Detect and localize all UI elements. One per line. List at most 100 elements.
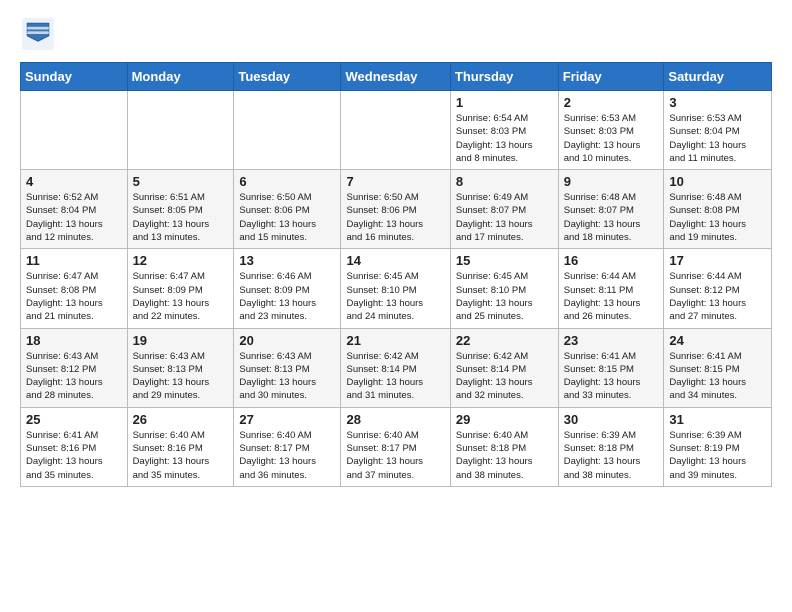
day-number: 6 xyxy=(239,174,335,189)
calendar-day-cell: 8 Sunrise: 6:49 AM Sunset: 8:07 PM Daylig… xyxy=(450,170,558,249)
calendar-empty-cell xyxy=(21,91,128,170)
day-number: 10 xyxy=(669,174,766,189)
day-number: 24 xyxy=(669,333,766,348)
day-info: Sunrise: 6:43 AM Sunset: 8:13 PM Dayligh… xyxy=(133,350,229,403)
day-info: Sunrise: 6:53 AM Sunset: 8:04 PM Dayligh… xyxy=(669,112,766,165)
day-number: 23 xyxy=(564,333,659,348)
day-info: Sunrise: 6:43 AM Sunset: 8:13 PM Dayligh… xyxy=(239,350,335,403)
day-number: 16 xyxy=(564,253,659,268)
day-info: Sunrise: 6:54 AM Sunset: 8:03 PM Dayligh… xyxy=(456,112,553,165)
calendar-day-cell: 2Sunrise: 6:53 AM Sunset: 8:03 PM Daylig… xyxy=(558,91,664,170)
calendar-day-cell: 25 Sunrise: 6:41 AM Sunset: 8:16 PM Dayli… xyxy=(21,407,128,486)
weekday-header-thursday: Thursday xyxy=(450,63,558,91)
calendar-empty-cell xyxy=(341,91,450,170)
page: SundayMondayTuesdayWednesdayThursdayFrid… xyxy=(0,0,792,503)
calendar-day-cell: 12 Sunrise: 6:47 AM Sunset: 8:09 PM Dayli… xyxy=(127,249,234,328)
calendar-week-row: 18 Sunrise: 6:43 AM Sunset: 8:12 PM Dayli… xyxy=(21,328,772,407)
day-number: 14 xyxy=(346,253,444,268)
day-info: Sunrise: 6:49 AM Sunset: 8:07 PM Dayligh… xyxy=(456,191,553,244)
calendar-day-cell: 5Sunrise: 6:51 AM Sunset: 8:05 PM Daylig… xyxy=(127,170,234,249)
day-info: Sunrise: 6:39 AM Sunset: 8:19 PM Dayligh… xyxy=(669,429,766,482)
day-number: 19 xyxy=(133,333,229,348)
day-info: Sunrise: 6:39 AM Sunset: 8:18 PM Dayligh… xyxy=(564,429,659,482)
calendar-day-cell: 18 Sunrise: 6:43 AM Sunset: 8:12 PM Dayli… xyxy=(21,328,128,407)
day-number: 28 xyxy=(346,412,444,427)
day-info: Sunrise: 6:40 AM Sunset: 8:18 PM Dayligh… xyxy=(456,429,553,482)
day-number: 7 xyxy=(346,174,444,189)
day-number: 31 xyxy=(669,412,766,427)
day-info: Sunrise: 6:44 AM Sunset: 8:12 PM Dayligh… xyxy=(669,270,766,323)
calendar-day-cell: 14Sunrise: 6:45 AM Sunset: 8:10 PM Dayli… xyxy=(341,249,450,328)
calendar-day-cell: 15 Sunrise: 6:45 AM Sunset: 8:10 PM Dayli… xyxy=(450,249,558,328)
calendar-empty-cell xyxy=(127,91,234,170)
calendar-day-cell: 31 Sunrise: 6:39 AM Sunset: 8:19 PM Dayli… xyxy=(664,407,772,486)
calendar-week-row: 25 Sunrise: 6:41 AM Sunset: 8:16 PM Dayli… xyxy=(21,407,772,486)
calendar-table: SundayMondayTuesdayWednesdayThursdayFrid… xyxy=(20,62,772,487)
day-number: 27 xyxy=(239,412,335,427)
day-info: Sunrise: 6:41 AM Sunset: 8:16 PM Dayligh… xyxy=(26,429,122,482)
day-number: 9 xyxy=(564,174,659,189)
day-info: Sunrise: 6:40 AM Sunset: 8:17 PM Dayligh… xyxy=(239,429,335,482)
calendar-day-cell: 7Sunrise: 6:50 AM Sunset: 8:06 PM Daylig… xyxy=(341,170,450,249)
day-number: 8 xyxy=(456,174,553,189)
calendar-day-cell: 29 Sunrise: 6:40 AM Sunset: 8:18 PM Dayli… xyxy=(450,407,558,486)
calendar-day-cell: 9Sunrise: 6:48 AM Sunset: 8:07 PM Daylig… xyxy=(558,170,664,249)
calendar-day-cell: 17 Sunrise: 6:44 AM Sunset: 8:12 PM Dayli… xyxy=(664,249,772,328)
weekday-header-tuesday: Tuesday xyxy=(234,63,341,91)
day-info: Sunrise: 6:50 AM Sunset: 8:06 PM Dayligh… xyxy=(239,191,335,244)
logo xyxy=(20,16,60,52)
calendar-day-cell: 19 Sunrise: 6:43 AM Sunset: 8:13 PM Dayli… xyxy=(127,328,234,407)
day-number: 17 xyxy=(669,253,766,268)
day-info: Sunrise: 6:42 AM Sunset: 8:14 PM Dayligh… xyxy=(346,350,444,403)
weekday-header-saturday: Saturday xyxy=(664,63,772,91)
day-number: 15 xyxy=(456,253,553,268)
day-info: Sunrise: 6:41 AM Sunset: 8:15 PM Dayligh… xyxy=(669,350,766,403)
calendar-day-cell: 1 Sunrise: 6:54 AM Sunset: 8:03 PM Daylig… xyxy=(450,91,558,170)
day-number: 5 xyxy=(133,174,229,189)
day-number: 30 xyxy=(564,412,659,427)
day-number: 26 xyxy=(133,412,229,427)
calendar-day-cell: 4Sunrise: 6:52 AM Sunset: 8:04 PM Daylig… xyxy=(21,170,128,249)
calendar-day-cell: 21Sunrise: 6:42 AM Sunset: 8:14 PM Dayli… xyxy=(341,328,450,407)
day-number: 29 xyxy=(456,412,553,427)
day-info: Sunrise: 6:43 AM Sunset: 8:12 PM Dayligh… xyxy=(26,350,122,403)
day-info: Sunrise: 6:47 AM Sunset: 8:09 PM Dayligh… xyxy=(133,270,229,323)
day-info: Sunrise: 6:45 AM Sunset: 8:10 PM Dayligh… xyxy=(456,270,553,323)
day-number: 12 xyxy=(133,253,229,268)
day-info: Sunrise: 6:48 AM Sunset: 8:08 PM Dayligh… xyxy=(669,191,766,244)
calendar-day-cell: 3 Sunrise: 6:53 AM Sunset: 8:04 PM Daylig… xyxy=(664,91,772,170)
day-number: 11 xyxy=(26,253,122,268)
day-info: Sunrise: 6:40 AM Sunset: 8:16 PM Dayligh… xyxy=(133,429,229,482)
weekday-header-wednesday: Wednesday xyxy=(341,63,450,91)
day-number: 25 xyxy=(26,412,122,427)
calendar-day-cell: 10 Sunrise: 6:48 AM Sunset: 8:08 PM Dayli… xyxy=(664,170,772,249)
weekday-header-sunday: Sunday xyxy=(21,63,128,91)
calendar-day-cell: 28 Sunrise: 6:40 AM Sunset: 8:17 PM Dayli… xyxy=(341,407,450,486)
day-number: 3 xyxy=(669,95,766,110)
weekday-header-row: SundayMondayTuesdayWednesdayThursdayFrid… xyxy=(21,63,772,91)
calendar-day-cell: 30 Sunrise: 6:39 AM Sunset: 8:18 PM Dayli… xyxy=(558,407,664,486)
calendar-empty-cell xyxy=(234,91,341,170)
day-number: 20 xyxy=(239,333,335,348)
day-info: Sunrise: 6:40 AM Sunset: 8:17 PM Dayligh… xyxy=(346,429,444,482)
calendar-day-cell: 16Sunrise: 6:44 AM Sunset: 8:11 PM Dayli… xyxy=(558,249,664,328)
calendar-week-row: 1 Sunrise: 6:54 AM Sunset: 8:03 PM Daylig… xyxy=(21,91,772,170)
day-number: 22 xyxy=(456,333,553,348)
calendar-day-cell: 27 Sunrise: 6:40 AM Sunset: 8:17 PM Dayli… xyxy=(234,407,341,486)
day-info: Sunrise: 6:42 AM Sunset: 8:14 PM Dayligh… xyxy=(456,350,553,403)
calendar-day-cell: 24 Sunrise: 6:41 AM Sunset: 8:15 PM Dayli… xyxy=(664,328,772,407)
day-number: 2 xyxy=(564,95,659,110)
calendar-day-cell: 11 Sunrise: 6:47 AM Sunset: 8:08 PM Dayli… xyxy=(21,249,128,328)
day-info: Sunrise: 6:47 AM Sunset: 8:08 PM Dayligh… xyxy=(26,270,122,323)
day-number: 18 xyxy=(26,333,122,348)
day-info: Sunrise: 6:46 AM Sunset: 8:09 PM Dayligh… xyxy=(239,270,335,323)
calendar-day-cell: 23Sunrise: 6:41 AM Sunset: 8:15 PM Dayli… xyxy=(558,328,664,407)
day-number: 1 xyxy=(456,95,553,110)
weekday-header-monday: Monday xyxy=(127,63,234,91)
calendar-day-cell: 26 Sunrise: 6:40 AM Sunset: 8:16 PM Dayli… xyxy=(127,407,234,486)
calendar-day-cell: 22 Sunrise: 6:42 AM Sunset: 8:14 PM Dayli… xyxy=(450,328,558,407)
day-number: 13 xyxy=(239,253,335,268)
header xyxy=(20,16,772,52)
day-number: 4 xyxy=(26,174,122,189)
calendar-day-cell: 13 Sunrise: 6:46 AM Sunset: 8:09 PM Dayli… xyxy=(234,249,341,328)
